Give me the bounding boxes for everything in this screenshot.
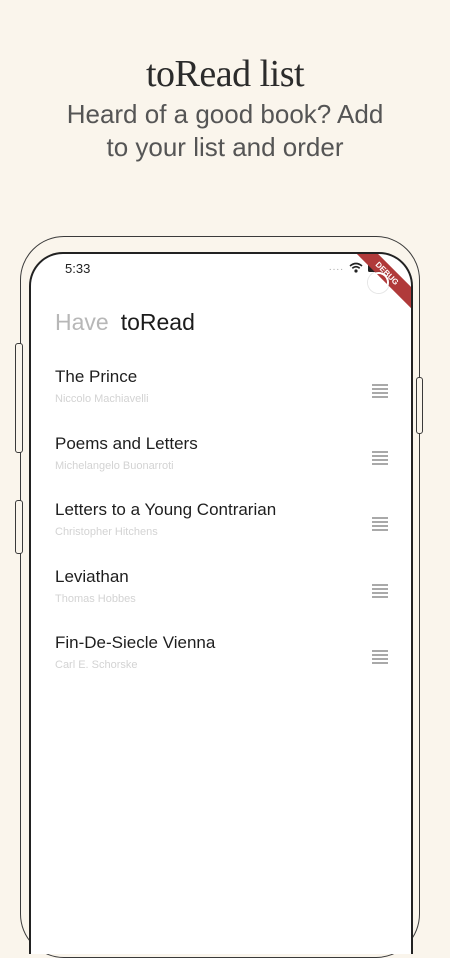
book-title: Leviathan	[55, 566, 129, 586]
phone-side-button-left-1	[15, 343, 23, 453]
book-title: Letters to a Young Contrarian	[55, 500, 277, 519]
book-author: Christopher Hitchens	[55, 526, 158, 538]
book-author: Michelangelo Buonarroti	[55, 459, 174, 472]
list-item[interactable]: Poems and Letters Michelangelo Buonarrot…	[55, 434, 388, 501]
book-list: The Prince Niccolo Machiavelli Poems and…	[55, 367, 388, 700]
book-author: Thomas Hobbes	[55, 592, 136, 605]
book-title: The Prince	[55, 367, 138, 386]
tab-bar: Have toRead	[55, 309, 195, 336]
phone-side-button-left-2	[15, 500, 23, 554]
drag-handle-icon[interactable]	[372, 450, 388, 465]
book-title: Poems and Letters	[55, 433, 198, 453]
list-item[interactable]: Fin-De-Siecle Vienna Carl E. Schorske	[55, 633, 388, 700]
promo-subtitle: Heard of a good book? Add to your list a…	[66, 99, 384, 162]
app-screen: 5:33 .... DEBUG Have toRead The Prince N…	[29, 252, 413, 954]
camera-circle-icon	[368, 272, 389, 293]
list-item[interactable]: Letters to a Young Contrarian Christophe…	[55, 500, 388, 567]
drag-handle-icon[interactable]	[372, 517, 388, 531]
book-author: Niccolo Machiavelli	[55, 393, 149, 405]
drag-handle-icon[interactable]	[372, 583, 388, 598]
book-title: Fin-De-Siecle Vienna	[55, 633, 216, 652]
tab-toread[interactable]: toRead	[121, 309, 195, 336]
phone-side-button-right	[416, 377, 423, 434]
status-time: 5:33	[65, 261, 91, 276]
tab-have[interactable]: Have	[55, 309, 109, 336]
drag-handle-icon[interactable]	[372, 384, 388, 398]
wifi-icon	[349, 262, 363, 273]
drag-handle-icon[interactable]	[372, 650, 388, 664]
list-item[interactable]: Leviathan Thomas Hobbes	[55, 567, 388, 634]
list-item[interactable]: The Prince Niccolo Machiavelli	[55, 367, 388, 434]
book-author: Carl E. Schorske	[55, 659, 138, 671]
signal-icon: ....	[328, 262, 344, 273]
promo-title: toRead list	[145, 53, 305, 95]
